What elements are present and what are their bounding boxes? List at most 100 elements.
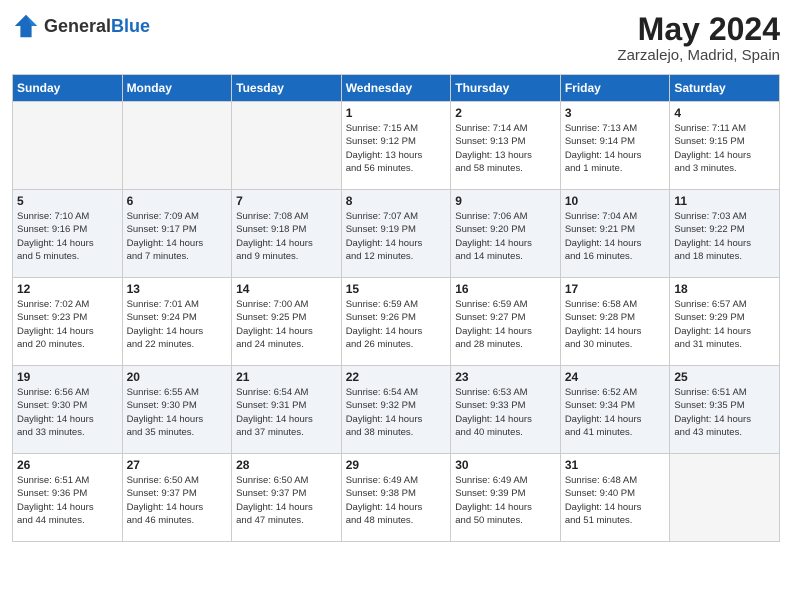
day-info: Sunrise: 7:06 AMSunset: 9:20 PMDaylight:… [455,210,556,263]
day-info: Sunrise: 6:52 AMSunset: 9:34 PMDaylight:… [565,386,666,439]
day-info: Sunrise: 6:50 AMSunset: 9:37 PMDaylight:… [236,474,337,527]
calendar-cell: 31 Sunrise: 6:48 AMSunset: 9:40 PMDayligh… [560,454,670,542]
day-number: 6 [127,194,228,208]
calendar-cell: 25Sunrise: 6:51 AMSunset: 9:35 PMDayligh… [670,366,780,454]
day-info: Sunrise: 6:54 AMSunset: 9:32 PMDaylight:… [346,386,447,439]
header-day-monday: Monday [122,75,232,102]
day-number: 18 [674,282,775,296]
day-number: 20 [127,370,228,384]
calendar-cell: 11 Sunrise: 7:03 AMSunset: 9:22 PMDayligh… [670,190,780,278]
calendar-cell: 3 Sunrise: 7:13 AMSunset: 9:14 PMDaylight… [560,102,670,190]
day-number: 15 [346,282,447,296]
day-info: Sunrise: 7:14 AMSunset: 9:13 PMDaylight:… [455,122,556,175]
calendar-cell: 4Sunrise: 7:11 AMSunset: 9:15 PMDaylight… [670,102,780,190]
calendar-cell: 12 Sunrise: 7:02 AMSunset: 9:23 PMDayligh… [13,278,123,366]
title-block: May 2024 Zarzalejo, Madrid, Spain [617,12,780,64]
page-header: GeneralBlue May 2024 Zarzalejo, Madrid, … [12,12,780,64]
day-number: 13 [127,282,228,296]
logo-general: General [44,16,111,36]
day-info: Sunrise: 6:49 AMSunset: 9:39 PMDaylight:… [455,474,556,527]
day-number: 30 [455,458,556,472]
day-info: Sunrise: 7:11 AMSunset: 9:15 PMDaylight:… [674,122,775,175]
header-day-sunday: Sunday [13,75,123,102]
day-info: Sunrise: 7:01 AMSunset: 9:24 PMDaylight:… [127,298,228,351]
logo-icon [12,12,40,40]
day-info: Sunrise: 7:09 AMSunset: 9:17 PMDaylight:… [127,210,228,263]
day-number: 2 [455,106,556,120]
day-info: Sunrise: 7:04 AMSunset: 9:21 PMDaylight:… [565,210,666,263]
day-number: 10 [565,194,666,208]
calendar-cell: 23Sunrise: 6:53 AMSunset: 9:33 PMDayligh… [451,366,561,454]
day-number: 22 [346,370,447,384]
day-info: Sunrise: 6:59 AMSunset: 9:27 PMDaylight:… [455,298,556,351]
day-info: Sunrise: 6:54 AMSunset: 9:31 PMDaylight:… [236,386,337,439]
calendar-cell [232,102,342,190]
day-number: 31 [565,458,666,472]
calendar-cell: 30 Sunrise: 6:49 AMSunset: 9:39 PMDayligh… [451,454,561,542]
day-info: Sunrise: 6:58 AMSunset: 9:28 PMDaylight:… [565,298,666,351]
calendar-cell: 7Sunrise: 7:08 AMSunset: 9:18 PMDaylight… [232,190,342,278]
day-info: Sunrise: 7:13 AMSunset: 9:14 PMDaylight:… [565,122,666,175]
calendar-cell: 19 Sunrise: 6:56 AMSunset: 9:30 PMDayligh… [13,366,123,454]
day-number: 12 [17,282,118,296]
calendar-cell: 22 Sunrise: 6:54 AMSunset: 9:32 PMDayligh… [341,366,451,454]
week-row-1: 1Sunrise: 7:15 AMSunset: 9:12 PMDaylight… [13,102,780,190]
location-title: Zarzalejo, Madrid, Spain [617,47,780,64]
week-row-3: 12 Sunrise: 7:02 AMSunset: 9:23 PMDayligh… [13,278,780,366]
week-row-4: 19 Sunrise: 6:56 AMSunset: 9:30 PMDayligh… [13,366,780,454]
day-info: Sunrise: 6:55 AMSunset: 9:30 PMDaylight:… [127,386,228,439]
calendar-cell: 9 Sunrise: 7:06 AMSunset: 9:20 PMDaylight… [451,190,561,278]
week-row-2: 5 Sunrise: 7:10 AMSunset: 9:16 PMDaylight… [13,190,780,278]
calendar-header-row: SundayMondayTuesdayWednesdayThursdayFrid… [13,75,780,102]
day-number: 17 [565,282,666,296]
day-number: 27 [127,458,228,472]
day-info: Sunrise: 6:48 AMSunset: 9:40 PMDaylight:… [565,474,666,527]
calendar-cell: 26 Sunrise: 6:51 AMSunset: 9:36 PMDayligh… [13,454,123,542]
day-info: Sunrise: 6:59 AMSunset: 9:26 PMDaylight:… [346,298,447,351]
calendar-cell: 15 Sunrise: 6:59 AMSunset: 9:26 PMDayligh… [341,278,451,366]
day-number: 8 [346,194,447,208]
calendar-table: SundayMondayTuesdayWednesdayThursdayFrid… [12,74,780,542]
day-number: 25 [674,370,775,384]
day-number: 5 [17,194,118,208]
day-number: 19 [17,370,118,384]
day-number: 28 [236,458,337,472]
calendar-cell: 14Sunrise: 7:00 AMSunset: 9:25 PMDayligh… [232,278,342,366]
calendar-cell: 24 Sunrise: 6:52 AMSunset: 9:34 PMDayligh… [560,366,670,454]
day-number: 3 [565,106,666,120]
day-number: 29 [346,458,447,472]
day-number: 26 [17,458,118,472]
calendar-cell: 21 Sunrise: 6:54 AMSunset: 9:31 PMDayligh… [232,366,342,454]
day-number: 9 [455,194,556,208]
day-info: Sunrise: 6:51 AMSunset: 9:36 PMDaylight:… [17,474,118,527]
logo-blue: Blue [111,16,150,36]
day-number: 21 [236,370,337,384]
month-title: May 2024 [617,12,780,47]
day-number: 23 [455,370,556,384]
calendar-cell: 8Sunrise: 7:07 AMSunset: 9:19 PMDaylight… [341,190,451,278]
day-info: Sunrise: 6:57 AMSunset: 9:29 PMDaylight:… [674,298,775,351]
calendar-cell: 28 Sunrise: 6:50 AMSunset: 9:37 PMDayligh… [232,454,342,542]
day-info: Sunrise: 7:02 AMSunset: 9:23 PMDaylight:… [17,298,118,351]
day-info: Sunrise: 7:03 AMSunset: 9:22 PMDaylight:… [674,210,775,263]
calendar-cell: 16 Sunrise: 6:59 AMSunset: 9:27 PMDayligh… [451,278,561,366]
calendar-cell [13,102,123,190]
day-info: Sunrise: 6:50 AMSunset: 9:37 PMDaylight:… [127,474,228,527]
day-number: 11 [674,194,775,208]
calendar-cell: 5 Sunrise: 7:10 AMSunset: 9:16 PMDaylight… [13,190,123,278]
day-info: Sunrise: 7:00 AMSunset: 9:25 PMDaylight:… [236,298,337,351]
calendar-cell: 18 Sunrise: 6:57 AMSunset: 9:29 PMDayligh… [670,278,780,366]
day-number: 24 [565,370,666,384]
week-row-5: 26 Sunrise: 6:51 AMSunset: 9:36 PMDayligh… [13,454,780,542]
header-day-friday: Friday [560,75,670,102]
header-day-thursday: Thursday [451,75,561,102]
day-info: Sunrise: 7:15 AMSunset: 9:12 PMDaylight:… [346,122,447,175]
day-info: Sunrise: 6:56 AMSunset: 9:30 PMDaylight:… [17,386,118,439]
calendar-cell [122,102,232,190]
calendar-cell: 27 Sunrise: 6:50 AMSunset: 9:37 PMDayligh… [122,454,232,542]
day-info: Sunrise: 7:08 AMSunset: 9:18 PMDaylight:… [236,210,337,263]
calendar-cell: 2 Sunrise: 7:14 AMSunset: 9:13 PMDaylight… [451,102,561,190]
header-day-saturday: Saturday [670,75,780,102]
day-info: Sunrise: 7:10 AMSunset: 9:16 PMDaylight:… [17,210,118,263]
day-number: 16 [455,282,556,296]
